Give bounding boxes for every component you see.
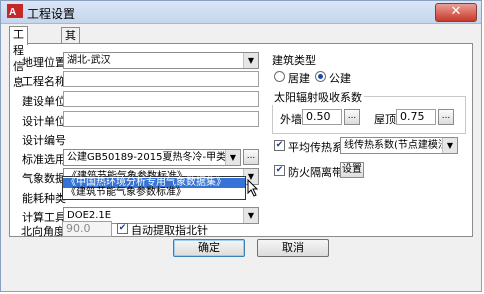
roof-input[interactable]: 0.75	[396, 109, 436, 125]
chevron-down-icon: ▼	[442, 138, 457, 153]
wall-browse-button[interactable]: ...	[344, 109, 360, 125]
location-select[interactable]: 湖北-武汉 ▼	[63, 52, 259, 69]
avg-heat-method-value: 线传热系数(节点建模法)	[344, 140, 452, 151]
weather-label: 气象数据	[22, 172, 66, 185]
mouse-pointer-icon	[247, 179, 259, 197]
build-unit-label: 建设单位	[22, 95, 66, 108]
ok-button[interactable]: 确定	[173, 239, 245, 257]
energy-type-label: 能耗种类	[22, 192, 66, 205]
avg-heat-checkbox[interactable]: ✔	[274, 140, 285, 151]
wall-input[interactable]: 0.50	[302, 109, 342, 125]
avg-heat-method-select[interactable]: 线传热系数(节点建模法) ▼	[340, 137, 458, 154]
auto-north-checkbox[interactable]: ✔	[117, 223, 128, 234]
chevron-down-icon: ▼	[243, 53, 258, 68]
roof-browse-button[interactable]: ...	[438, 109, 454, 125]
building-type-title: 建筑类型	[272, 54, 316, 67]
location-value: 湖北-武汉	[67, 55, 111, 66]
tab-project-info[interactable]: 工程信息	[9, 26, 28, 89]
chevron-down-icon: ▼	[243, 208, 258, 223]
fire-checkbox[interactable]: ✔	[274, 165, 285, 176]
weather-option[interactable]: 《建筑节能气象参数标准》	[63, 188, 245, 198]
app-logo-icon: A	[7, 4, 23, 18]
public-radio[interactable]	[315, 71, 326, 82]
fire-label: 防火隔离带	[288, 166, 343, 179]
auto-north-label: 自动提取指北针	[131, 224, 208, 237]
roof-label: 屋顶	[374, 113, 396, 126]
residential-label: 居建	[288, 72, 310, 85]
solar-title: 太阳辐射吸收系数	[272, 89, 364, 105]
standard-select[interactable]: 公建GB50189-2015夏热冬冷-甲类.std ▼	[63, 149, 241, 166]
project-name-input[interactable]	[63, 71, 259, 87]
standard-value: 公建GB50189-2015夏热冬冷-甲类.std	[67, 152, 241, 163]
fire-settings-button[interactable]: 设置	[340, 162, 364, 178]
residential-radio[interactable]	[274, 71, 285, 82]
tab-other-settings[interactable]: 其他设置	[61, 27, 80, 90]
calc-tool-value: DOE2.1E	[67, 210, 112, 221]
close-button[interactable]: ✕	[435, 3, 477, 22]
design-unit-input[interactable]	[63, 111, 259, 127]
window-title: 工程设置	[27, 7, 76, 21]
build-unit-input[interactable]	[63, 91, 259, 107]
design-unit-label: 设计单位	[22, 115, 66, 128]
title-bar[interactable]: A 工程设置 ✕	[1, 1, 481, 24]
chevron-down-icon: ▼	[225, 150, 240, 165]
dialog-window: A 工程设置 ✕ 工程信息 其他设置 地理位置 湖北-武汉 ▼ 工程名称 建设单…	[0, 0, 482, 292]
cancel-button[interactable]: 取消	[257, 239, 329, 257]
standard-label: 标准选用	[22, 153, 66, 166]
north-angle-label: 北向角度	[21, 225, 65, 238]
project-info-panel: 地理位置 湖北-武汉 ▼ 工程名称 建设单位 设计单位 设计编号 标准选用 公建…	[9, 43, 473, 237]
wall-label: 外墙	[280, 113, 302, 126]
design-no-label: 设计编号	[22, 134, 66, 147]
standard-browse-button[interactable]: ...	[243, 149, 259, 165]
north-angle-input[interactable]: 90.0	[62, 221, 112, 237]
project-name-label: 工程名称	[22, 75, 66, 88]
weather-dropdown-list: 《中国热环境分析专用气象数据集》 《建筑节能气象参数标准》	[62, 176, 246, 200]
svg-text:A: A	[9, 7, 16, 18]
public-label: 公建	[329, 72, 351, 85]
location-label: 地理位置	[22, 56, 66, 69]
